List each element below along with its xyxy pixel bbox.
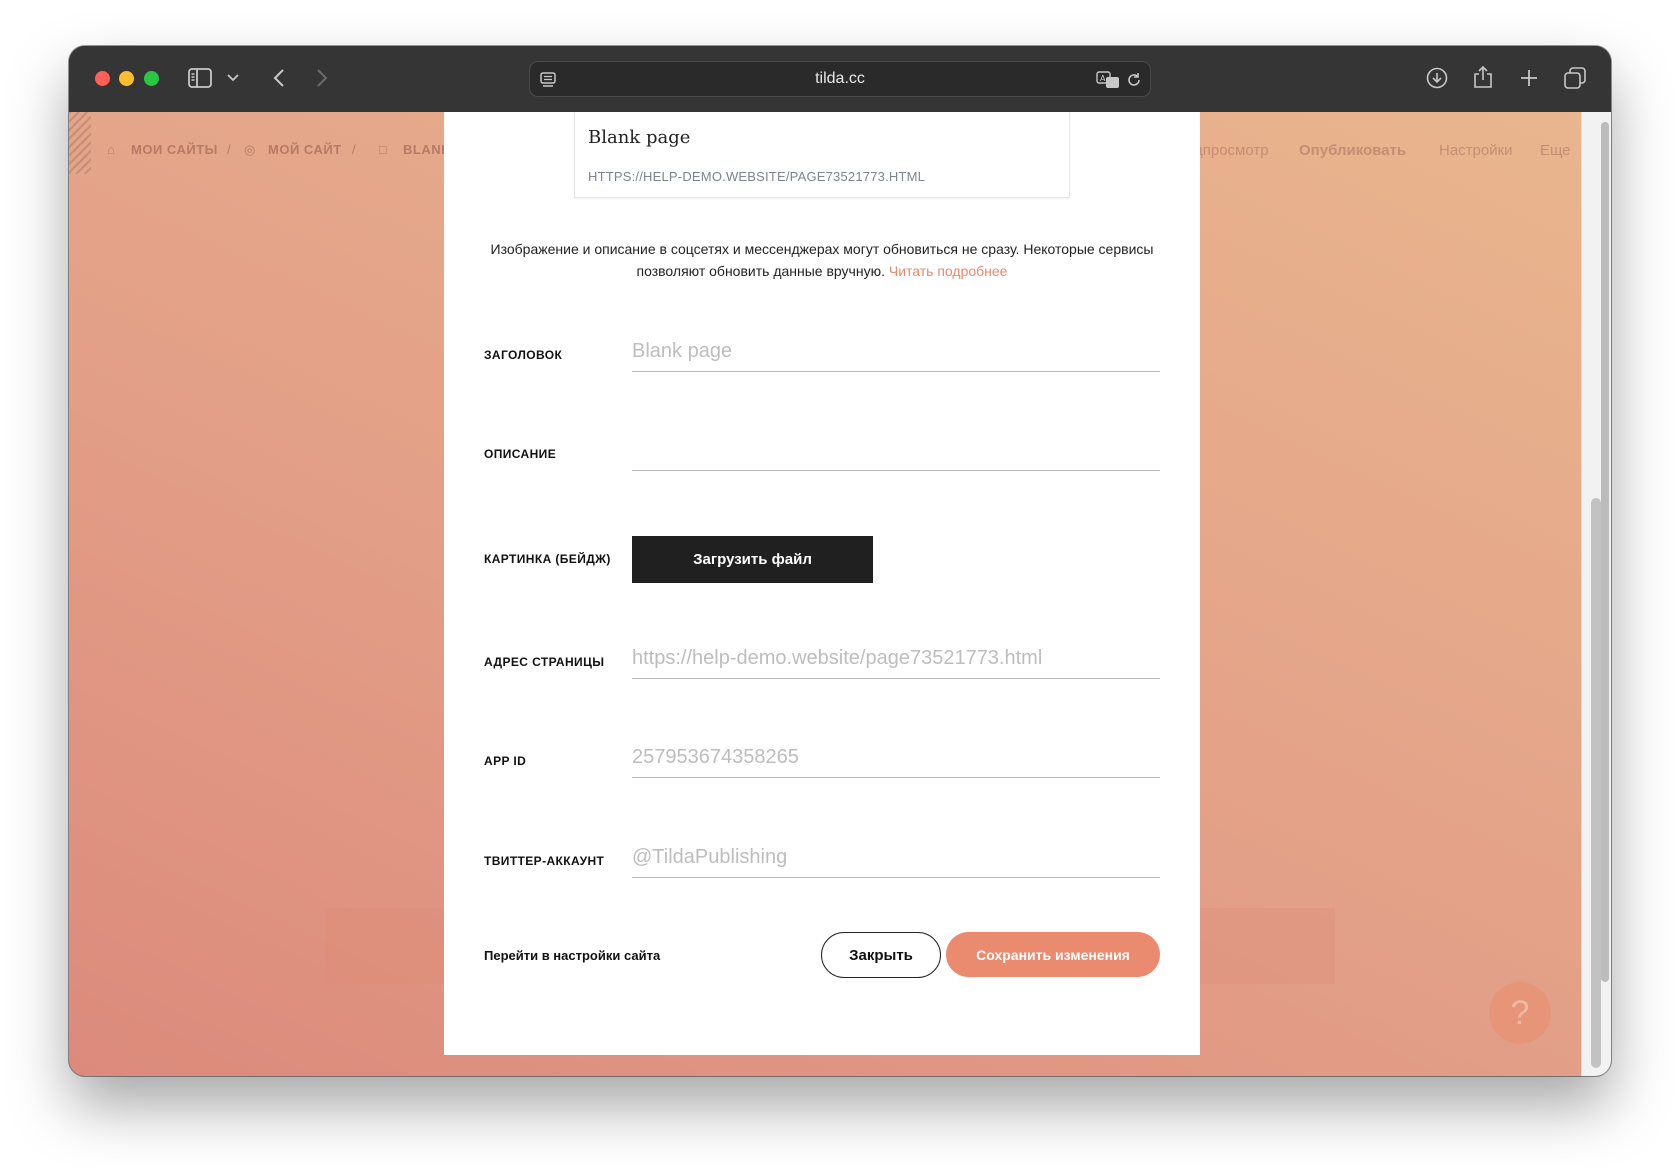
notice-text: Изображение и описание в соцсетях и месс…: [490, 241, 1154, 279]
home-icon: ⌂: [107, 142, 116, 157]
link-preview-card: Blank page HTTPS://HELP-DEMO.WEBSITE/PAG…: [574, 112, 1070, 198]
save-changes-button[interactable]: Сохранить изменения: [946, 932, 1160, 977]
preview-url: HTTPS://HELP-DEMO.WEBSITE/PAGE73521773.H…: [588, 169, 926, 184]
app-id-label: APP ID: [484, 754, 527, 768]
page-viewport: ⌂ МОИ САЙТЫ / ◎ МОЙ САЙТ / □ BLANK дпрос…: [69, 112, 1611, 1076]
scrollbar-thumb[interactable]: [1601, 122, 1609, 982]
description-input[interactable]: [632, 431, 1160, 471]
zoom-window-button[interactable]: [144, 71, 159, 86]
preview-link[interactable]: дпросмотр: [1194, 142, 1269, 159]
minimize-window-button[interactable]: [119, 71, 134, 86]
url-text: tilda.cc: [815, 70, 865, 87]
forward-icon[interactable]: [312, 66, 332, 90]
preview-title: Blank page: [588, 127, 691, 148]
page-url-label: АДРЕС СТРАНИЦЫ: [484, 655, 605, 669]
breadcrumb-my-site[interactable]: МОЙ САЙТ: [268, 142, 342, 157]
twitter-input[interactable]: [632, 838, 1160, 878]
publish-link[interactable]: Опубликовать: [1299, 142, 1406, 159]
translate-icon[interactable]: A: [1096, 70, 1120, 90]
more-link[interactable]: Еще: [1540, 142, 1571, 159]
svg-text:A: A: [1100, 74, 1106, 83]
chevron-down-icon[interactable]: [225, 68, 241, 88]
social-settings-modal: Blank page HTTPS://HELP-DEMO.WEBSITE/PAG…: [444, 112, 1200, 1055]
settings-link[interactable]: Настройки: [1439, 142, 1513, 159]
site-settings-link[interactable]: Перейти в настройки сайта: [484, 948, 660, 963]
tabs-overview-icon[interactable]: [1563, 66, 1587, 90]
description-label: ОПИСАНИЕ: [484, 447, 557, 461]
browser-toolbar: tilda.cc A: [69, 46, 1611, 112]
image-label: КАРТИНКА (БЕЙДЖ): [484, 552, 611, 566]
sidebar-icon[interactable]: [187, 66, 213, 90]
close-button[interactable]: Закрыть: [821, 932, 941, 978]
twitter-label: ТВИТТЕР-АККАУНТ: [484, 854, 605, 868]
reload-icon[interactable]: [1124, 70, 1144, 90]
back-icon[interactable]: [269, 66, 289, 90]
help-icon[interactable]: ?: [1489, 982, 1551, 1044]
breadcrumb-separator: /: [352, 142, 357, 157]
close-window-button[interactable]: [95, 71, 110, 86]
download-icon[interactable]: [1425, 66, 1449, 90]
title-input[interactable]: [632, 332, 1160, 372]
breadcrumb-separator: /: [227, 142, 232, 157]
app-id-input[interactable]: [632, 738, 1160, 778]
modal-scrollbar-thumb[interactable]: [1591, 498, 1601, 1068]
browser-window: tilda.cc A ⌂ МОИ САЙТЫ / ◎ МОЙ САЙТ / □ …: [69, 46, 1611, 1076]
plus-icon[interactable]: [1517, 66, 1541, 90]
upload-file-button[interactable]: Загрузить файл: [632, 536, 873, 583]
globe-icon: ◎: [244, 142, 256, 157]
page-url-input[interactable]: [632, 639, 1160, 679]
page-icon: □: [379, 142, 388, 157]
read-more-link[interactable]: Читать подробнее: [889, 263, 1008, 279]
title-label: ЗАГОЛОВОК: [484, 348, 563, 362]
update-notice: Изображение и описание в соцсетях и месс…: [484, 238, 1160, 282]
breadcrumb-my-sites[interactable]: МОИ САЙТЫ: [131, 142, 218, 157]
address-bar[interactable]: tilda.cc A: [529, 61, 1151, 97]
share-icon[interactable]: [1471, 64, 1495, 90]
